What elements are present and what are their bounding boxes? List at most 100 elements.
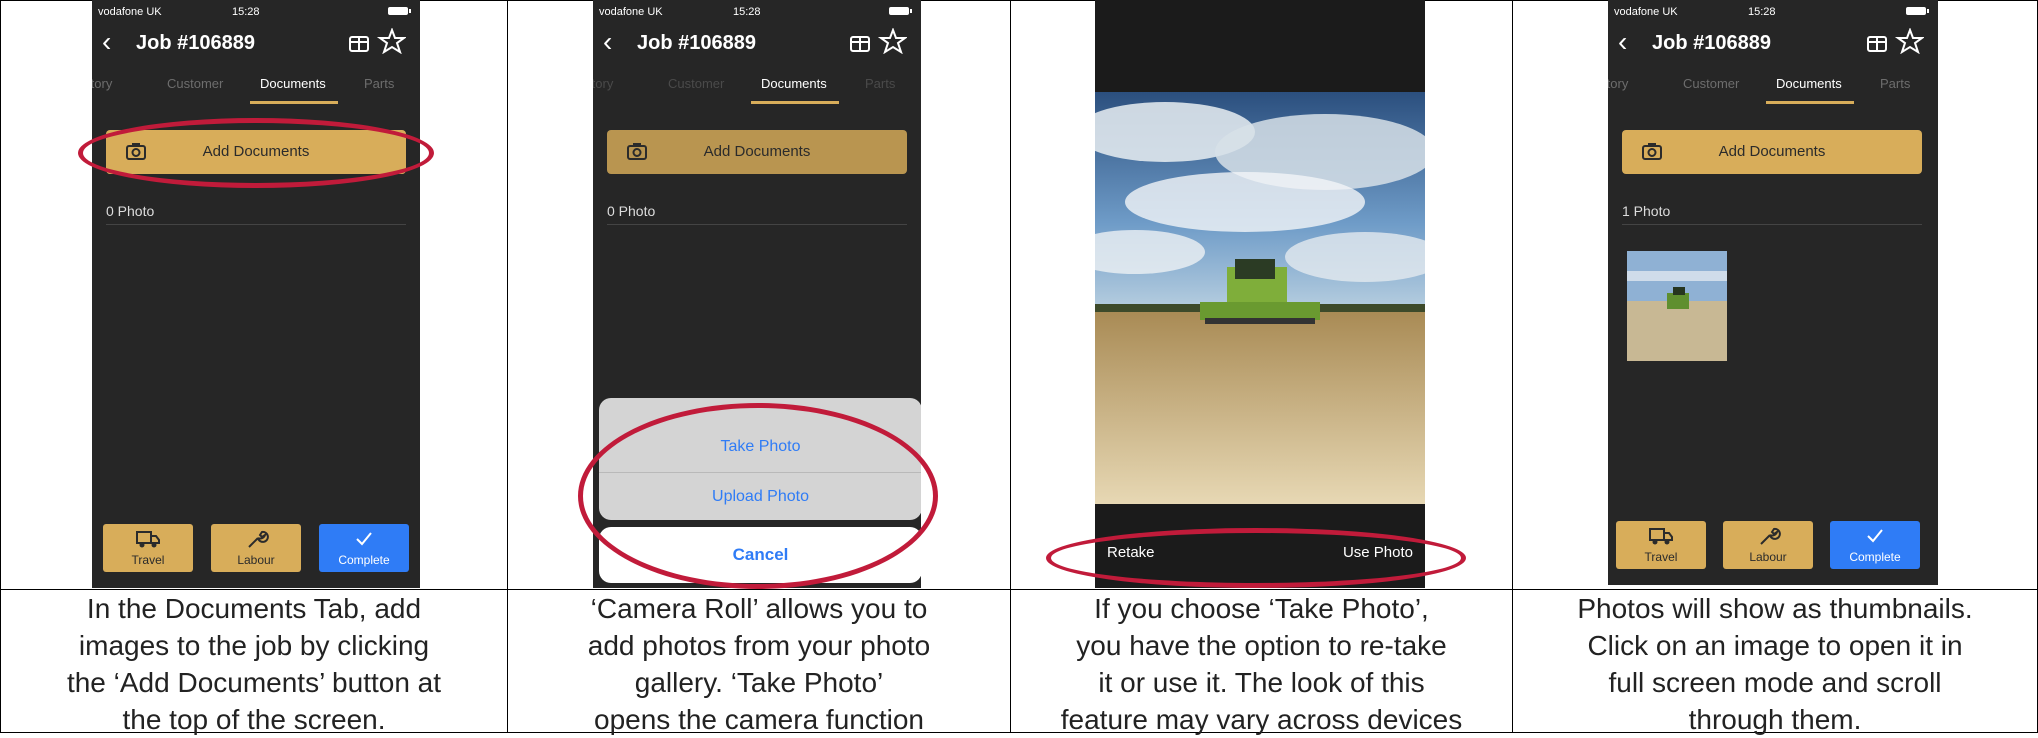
caption-line: gallery. ‘Take Photo’ bbox=[634, 667, 884, 698]
instruction-table: vodafone UK 15:28 ‹ Job #106889 Story Cu… bbox=[0, 0, 2038, 735]
tab-bar: Story Customer Documents Parts bbox=[593, 68, 921, 104]
caption-line: In the Documents Tab, add bbox=[86, 593, 422, 624]
caption-line: the top of the screen. bbox=[122, 704, 386, 735]
truck-icon bbox=[1649, 528, 1673, 545]
caption-line: Photos will show as thumbnails. bbox=[1577, 593, 1973, 624]
captured-photo bbox=[1095, 92, 1425, 504]
tab-story[interactable]: Story bbox=[92, 76, 112, 91]
header: ‹ Job #106889 bbox=[92, 22, 420, 64]
add-documents-label: Add Documents bbox=[1718, 143, 1826, 160]
tab-customer[interactable]: Customer bbox=[1683, 76, 1739, 91]
battery-icon bbox=[889, 7, 912, 15]
status-bar: vodafone UK 15:28 bbox=[593, 0, 921, 22]
labour-label: Labour bbox=[1749, 550, 1787, 564]
tab-parts[interactable]: Parts bbox=[1880, 76, 1910, 91]
add-documents-button[interactable]: Add Documents bbox=[607, 130, 907, 174]
tab-story[interactable]: Story bbox=[1608, 76, 1628, 91]
photo-count: 1 Photo bbox=[1622, 203, 1671, 219]
status-time: 15:28 bbox=[232, 6, 260, 18]
star-icon[interactable] bbox=[877, 28, 907, 54]
status-time: 15:28 bbox=[733, 6, 761, 18]
caption-step-3: If you choose ‘Take Photo’, you have the… bbox=[1011, 590, 1512, 735]
tab-bar: Story Customer Documents Parts bbox=[1608, 68, 1938, 104]
travel-button[interactable]: Travel bbox=[103, 524, 193, 572]
tab-customer[interactable]: Customer bbox=[167, 76, 223, 91]
status-bar: vodafone UK 15:28 bbox=[1608, 0, 1938, 22]
caption-line: ‘Camera Roll’ allows you to bbox=[590, 593, 928, 624]
caption-line: it or use it. The look of this bbox=[1098, 667, 1425, 698]
phone-screen-camera-preview: Retake Use Photo bbox=[1095, 0, 1425, 588]
caption-line: feature may vary across devices bbox=[1060, 704, 1463, 735]
labour-button[interactable]: Labour bbox=[211, 524, 301, 572]
thumbnail-image bbox=[1627, 251, 1727, 361]
truck-icon bbox=[136, 531, 160, 548]
job-title: Job #106889 bbox=[136, 32, 255, 54]
check-icon bbox=[1867, 529, 1883, 543]
caption-line: If you choose ‘Take Photo’, bbox=[1094, 593, 1429, 624]
caption-line: Click on an image to open it in bbox=[1587, 630, 1963, 661]
carrier-label: vodafone UK bbox=[599, 6, 663, 18]
travel-button[interactable]: Travel bbox=[1616, 521, 1706, 569]
add-documents-button[interactable]: Add Documents bbox=[1622, 130, 1922, 174]
gift-icon[interactable] bbox=[349, 36, 369, 52]
photo-thumbnail[interactable] bbox=[1627, 251, 1727, 361]
carrier-label: vodafone UK bbox=[98, 6, 162, 18]
active-tab-indicator bbox=[250, 101, 338, 104]
divider bbox=[106, 224, 406, 225]
header-icons bbox=[1867, 28, 1924, 54]
active-tab-indicator bbox=[1766, 101, 1854, 104]
status-time: 15:28 bbox=[1748, 6, 1776, 18]
carrier-label: vodafone UK bbox=[1614, 6, 1678, 18]
back-chevron-icon[interactable]: ‹ bbox=[603, 28, 612, 56]
complete-button[interactable]: Complete bbox=[319, 524, 409, 572]
caption-step-1: In the Documents Tab, add images to the … bbox=[1, 590, 507, 735]
highlight-oval bbox=[578, 403, 938, 589]
divider bbox=[607, 224, 907, 225]
highlight-oval bbox=[1046, 528, 1466, 588]
wrench-icon bbox=[248, 530, 269, 548]
wrench-icon bbox=[1760, 527, 1781, 545]
check-icon bbox=[356, 532, 372, 546]
caption-step-2: ‘Camera Roll’ allows you to add photos f… bbox=[508, 590, 1010, 735]
caption-line: images to the job by clicking bbox=[78, 630, 430, 661]
caption-line: add photos from your photo bbox=[587, 630, 931, 661]
labour-label: Labour bbox=[237, 553, 275, 567]
caption-line: opens the camera function bbox=[594, 704, 924, 735]
back-chevron-icon[interactable]: ‹ bbox=[1618, 28, 1627, 56]
caption-step-4: Photos will show as thumbnails. Click on… bbox=[1513, 590, 2037, 735]
complete-label: Complete bbox=[1849, 550, 1901, 564]
complete-label: Complete bbox=[338, 553, 390, 567]
back-chevron-icon[interactable]: ‹ bbox=[102, 28, 111, 56]
caption-line: the ‘Add Documents’ button at bbox=[66, 667, 442, 698]
job-title: Job #106889 bbox=[1652, 32, 1771, 54]
gift-icon[interactable] bbox=[1867, 36, 1887, 52]
footer-actions: Travel Labour Complete bbox=[92, 512, 420, 588]
star-icon[interactable] bbox=[1894, 28, 1924, 54]
tab-customer[interactable]: Customer bbox=[668, 76, 724, 91]
gift-icon[interactable] bbox=[850, 36, 870, 52]
complete-button[interactable]: Complete bbox=[1830, 521, 1920, 569]
status-bar: vodafone UK 15:28 bbox=[92, 0, 420, 22]
labour-button[interactable]: Labour bbox=[1723, 521, 1813, 569]
active-tab-indicator bbox=[751, 101, 839, 104]
header: ‹ Job #106889 bbox=[593, 22, 921, 64]
header: ‹ Job #106889 bbox=[1608, 22, 1938, 64]
caption-line: through them. bbox=[1688, 704, 1862, 735]
tab-parts[interactable]: Parts bbox=[364, 76, 394, 91]
phone-screen-thumbnails: vodafone UK 15:28 ‹ Job #106889 Story Cu… bbox=[1608, 0, 1938, 585]
tab-parts[interactable]: Parts bbox=[865, 76, 895, 91]
add-documents-label: Add Documents bbox=[703, 143, 811, 160]
caption-line: you have the option to re-take bbox=[1076, 630, 1447, 661]
travel-label: Travel bbox=[1644, 550, 1678, 564]
tab-story[interactable]: Story bbox=[593, 76, 613, 91]
travel-label: Travel bbox=[131, 553, 165, 567]
header-icons bbox=[349, 28, 406, 54]
star-icon[interactable] bbox=[376, 28, 406, 54]
battery-icon bbox=[388, 7, 411, 15]
divider bbox=[1622, 224, 1922, 225]
tab-documents[interactable]: Documents bbox=[761, 76, 827, 91]
highlight-oval bbox=[78, 118, 434, 188]
tab-documents[interactable]: Documents bbox=[1776, 76, 1842, 91]
battery-icon bbox=[1906, 7, 1929, 15]
tab-documents[interactable]: Documents bbox=[260, 76, 326, 91]
